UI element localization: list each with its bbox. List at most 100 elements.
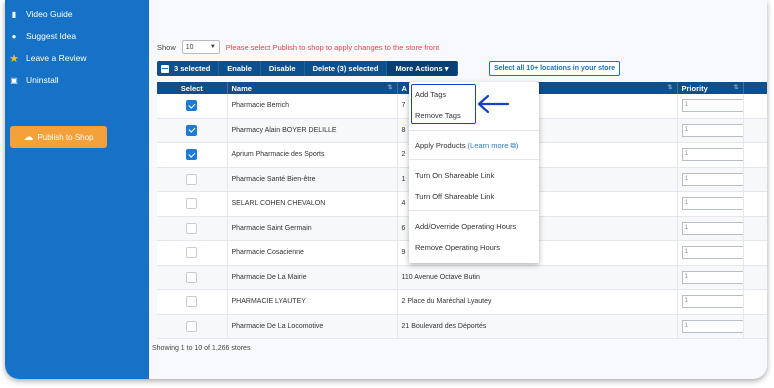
select-all-label: Select all 10+ locations in your store [494, 65, 616, 72]
store-name-cell: Pharmacie Santé Bien-être [227, 167, 398, 192]
cloud-upload-icon: ☁ [23, 131, 34, 143]
disable-button[interactable]: Disable [260, 61, 305, 76]
menu-item-apply-products[interactable]: Apply Products (Learn more ⧉) [409, 141, 539, 151]
row-checkbox[interactable] [186, 296, 198, 308]
row-checkbox[interactable] [186, 198, 198, 210]
more-actions-label: More Actions ▾ [395, 64, 449, 73]
store-name-cell: Pharmacie Cosacienne [227, 240, 398, 266]
store-name-cell: PHARMACIE LYAUTEY [227, 289, 398, 315]
sidebar-item-label: Suggest Idea [26, 31, 77, 41]
table-row[interactable]: PHARMACIE LYAUTEY 2 Place du Maréchal Lya… [157, 289, 767, 315]
select-cell [157, 289, 228, 315]
priority-cell: 1 [677, 265, 744, 290]
delete-selected-button[interactable]: Delete (3) selected [304, 61, 388, 76]
menu-item-turn-on-shareable-link[interactable]: Turn On Shareable Link [409, 171, 539, 180]
row-checkbox[interactable] [186, 124, 198, 136]
sidebar-item-suggest-idea[interactable]: ● Suggest Idea [5, 25, 149, 47]
priority-cell: 1 [677, 289, 744, 315]
extra-cell [743, 142, 767, 168]
enable-button[interactable]: Enable [219, 61, 261, 76]
select-cell [157, 240, 228, 266]
disable-label: Disable [268, 64, 296, 73]
menu-item-remove-hours[interactable]: Remove Operating Hours [409, 243, 539, 252]
priority-input[interactable]: 1 [681, 148, 742, 162]
page-size-select[interactable]: 10 ▼ [181, 40, 220, 54]
column-header-name[interactable]: Name ⇅ [227, 82, 398, 94]
select-cell [157, 167, 228, 192]
select-cell [157, 314, 228, 339]
sidebar-item-label: Uninstall [26, 75, 59, 85]
select-all-locations-button[interactable]: Select all 10+ locations in your store [489, 61, 621, 76]
store-name-cell: Pharmacie De La Mairie [227, 265, 398, 290]
pagination-summary: Showing 1 to 10 of 1,266 stores [152, 345, 251, 352]
sidebar-item-video-guide[interactable]: ▮ Video Guide [5, 3, 149, 25]
extra-cell [743, 216, 767, 241]
priority-cell: 1 [677, 314, 744, 339]
table-row[interactable]: Pharmacie De La Mairie 110 Avenue Octave … [157, 265, 767, 290]
row-checkbox[interactable] [186, 100, 198, 112]
row-checkbox[interactable] [186, 173, 198, 185]
extra-cell [743, 314, 767, 339]
menu-divider [409, 210, 539, 211]
extra-cell [743, 94, 767, 119]
chevron-down-icon: ▼ [209, 44, 216, 50]
priority-input[interactable]: 1 [681, 319, 742, 333]
address-header-label: A [401, 83, 407, 93]
extra-cell [743, 240, 767, 266]
priority-cell: 1 [677, 167, 744, 192]
menu-item-add-override-hours[interactable]: Add/Override Operating Hours [409, 222, 539, 231]
sidebar-item-uninstall[interactable]: ▣ Uninstall [5, 69, 149, 91]
row-checkbox[interactable] [186, 222, 198, 234]
extra-cell [743, 167, 767, 192]
priority-cell: 1 [677, 240, 744, 266]
priority-input[interactable]: 1 [681, 246, 742, 260]
learn-more-link[interactable]: (Learn more ⧉) [468, 141, 519, 150]
select-cell [157, 265, 228, 290]
main-content: Show 10 ▼ Please select Publish to shop … [149, 0, 767, 379]
extra-cell [743, 265, 767, 290]
publish-warning: Please select Publish to shop to apply c… [225, 42, 440, 52]
priority-input[interactable]: 1 [681, 99, 742, 113]
priority-cell: 1 [677, 94, 744, 119]
priority-input[interactable]: 1 [681, 221, 742, 235]
store-address-cell: 110 Avenue Octave Butin [397, 265, 678, 290]
column-header-priority[interactable]: Priority ⇅ [677, 82, 744, 94]
priority-input[interactable]: 1 [681, 123, 742, 137]
menu-divider [409, 159, 539, 160]
priority-input[interactable]: 1 [681, 295, 742, 309]
store-name-cell: Pharmacie Saint Germain [227, 216, 398, 241]
row-checkbox[interactable] [186, 271, 198, 283]
priority-input[interactable]: 1 [681, 197, 742, 211]
apply-products-label: Apply Products [415, 141, 466, 150]
lightbulb-icon: ● [11, 31, 17, 41]
more-actions-button[interactable]: More Actions ▾ [387, 61, 458, 76]
row-checkbox[interactable] [186, 149, 198, 161]
store-address-cell: 21 Boulevard des Déportés [397, 314, 678, 339]
sidebar: ▮ Video Guide ● Suggest Idea ★ Leave a R… [5, 0, 149, 379]
sort-icon: ⇅ [667, 84, 673, 91]
priority-cell: 1 [677, 216, 744, 241]
row-checkbox[interactable] [186, 320, 198, 332]
sidebar-item-leave-review[interactable]: ★ Leave a Review [5, 47, 149, 69]
store-name-cell: SELARL COHEN CHEVALON [227, 191, 398, 217]
priority-input[interactable]: 1 [681, 172, 742, 186]
column-header-select: Select [157, 82, 228, 94]
delete-label: Delete (3) selected [312, 64, 379, 73]
row-checkbox[interactable] [186, 247, 198, 259]
minus-checkbox-icon [161, 64, 169, 73]
store-name-cell: Aprium Pharmacie des Sports [227, 142, 398, 168]
select-cell [157, 142, 228, 168]
menu-divider [409, 130, 539, 131]
priority-cell: 1 [677, 191, 744, 217]
selected-count-label: 3 selected [174, 64, 211, 73]
table-row[interactable]: Pharmacie De La Locomotive 21 Boulevard d… [157, 314, 767, 339]
selected-count-button[interactable]: 3 selected [157, 61, 220, 76]
menu-item-turn-off-shareable-link[interactable]: Turn Off Shareable Link [409, 192, 539, 201]
store-address-cell: 2 Place du Maréchal Lyautey [397, 289, 678, 315]
priority-input[interactable]: 1 [681, 270, 742, 284]
bulk-actions-toolbar: 3 selected Enable Disable Delete (3) sel… [157, 61, 458, 76]
arrow-left-icon [477, 94, 510, 114]
highlight-box [411, 84, 476, 124]
priority-cell: 1 [677, 142, 744, 168]
publish-to-shop-button[interactable]: ☁ Publish to Shop [10, 126, 107, 148]
